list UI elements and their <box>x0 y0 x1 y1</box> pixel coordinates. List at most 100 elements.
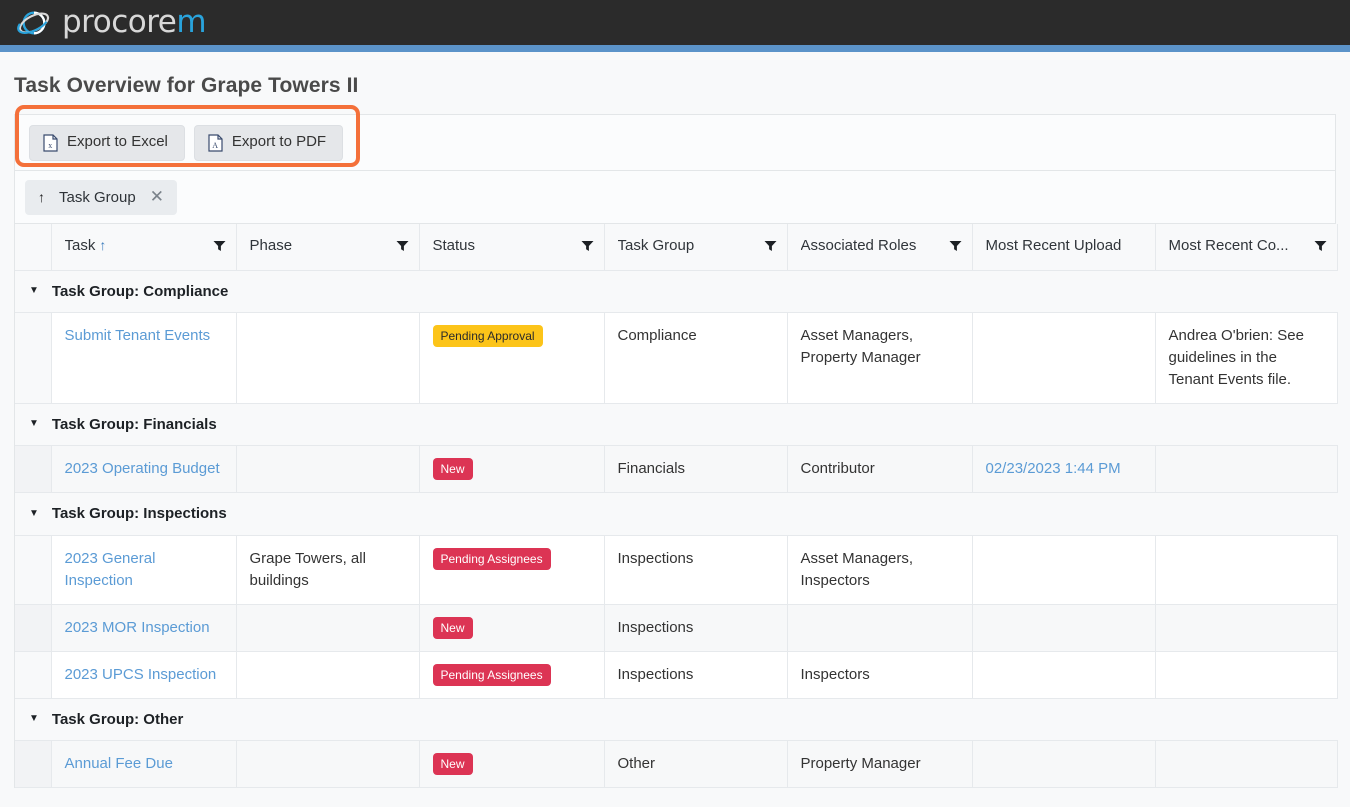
cell-task: Submit Tenant Events <box>51 312 237 404</box>
cell-task-group: Financials <box>604 445 788 494</box>
task-sort-ascending-icon: ↑ <box>99 237 107 253</box>
status-badge: Pending Assignees <box>432 548 551 570</box>
cell-task: 2023 MOR Inspection <box>51 604 237 652</box>
cell-associated-roles: Contributor <box>787 445 973 494</box>
filter-funnel-icon[interactable] <box>1314 240 1327 252</box>
cell-task: Annual Fee Due <box>51 740 237 789</box>
cell-task: 2023 UPCS Inspection <box>51 651 237 699</box>
task-group-header-label: Task Group: Other <box>51 710 184 728</box>
export-to-pdf-button[interactable]: A Export to PDF <box>193 124 344 161</box>
filter-funnel-icon[interactable] <box>213 240 226 252</box>
cell-most-recent-upload <box>972 651 1156 699</box>
cell-phase: Grape Towers, all buildings <box>236 535 420 605</box>
cell-task-group: Compliance <box>604 312 788 404</box>
task-group-header-label: Task Group: Financials <box>51 415 217 433</box>
column-header-associated-roles[interactable]: Associated Roles <box>787 224 973 271</box>
filter-funnel-icon[interactable] <box>581 240 594 252</box>
cell-most-recent-comment <box>1155 604 1338 652</box>
group-collapse-caret-icon[interactable]: ▼ <box>29 286 39 296</box>
status-badge: New <box>432 616 473 639</box>
cell-task: 2023 General Inspection <box>51 535 237 605</box>
task-link[interactable]: Submit Tenant Events <box>65 327 211 344</box>
page-bottom-spacer <box>0 788 1350 807</box>
task-link[interactable]: 2023 UPCS Inspection <box>65 666 217 683</box>
cell-most-recent-comment <box>1155 651 1338 699</box>
task-link[interactable]: 2023 MOR Inspection <box>65 619 210 636</box>
cell-associated-roles: Asset Managers, Inspectors <box>787 535 973 605</box>
cell-associated-roles: Inspectors <box>787 651 973 699</box>
brand-name-accent: m <box>176 4 207 40</box>
cell-phase <box>236 604 420 652</box>
group-collapse-caret-icon[interactable]: ▼ <box>29 714 39 724</box>
column-header-phase[interactable]: Phase <box>236 224 420 271</box>
cell-most-recent-upload <box>972 604 1156 652</box>
cell-most-recent-upload <box>972 312 1156 404</box>
export-to-excel-label: Export to Excel <box>67 133 168 151</box>
cell-task-group: Inspections <box>604 604 788 652</box>
column-header-most-recent-comment[interactable]: Most Recent Co... <box>1155 224 1338 271</box>
group-by-chip-task-group[interactable]: ↑ Task Group ✕ <box>25 179 177 215</box>
status-badge: Pending Assignees <box>432 663 551 686</box>
column-header-task-label: Task <box>64 237 96 254</box>
table-row[interactable]: 2023 General Inspection Grape Towers, all… <box>15 535 1338 605</box>
table-header: Task ↑ Phase Status Task Group Associate… <box>15 224 1338 271</box>
cell-phase <box>236 312 420 404</box>
task-link[interactable]: 2023 Operating Budget <box>65 460 220 477</box>
table-row[interactable]: 2023 UPCS Inspection Pending Assignees Ins… <box>15 651 1338 699</box>
task-link[interactable]: 2023 General Inspection <box>65 550 156 589</box>
row-gutter <box>15 604 52 652</box>
cell-status: New <box>419 740 605 789</box>
excel-file-icon: x <box>43 133 58 152</box>
column-header-task-group[interactable]: Task Group <box>604 224 788 271</box>
brand-logo[interactable]: procorem <box>16 4 207 41</box>
table-row[interactable]: Submit Tenant Events Pending Approval Comp… <box>15 312 1338 404</box>
column-header-phase-label: Phase <box>249 237 293 254</box>
cell-most-recent-comment: Andrea O'brien: See guidelines in the Te… <box>1155 312 1338 404</box>
task-group-header-row[interactable]: ▼ Task Group: Other <box>15 698 1337 742</box>
cell-task-group: Inspections <box>604 535 788 605</box>
task-table: Task ↑ Phase Status Task Group Associate… <box>15 224 1338 789</box>
page-title: Task Overview for Grape Towers II <box>14 74 359 97</box>
app-header-bar: procorem <box>0 0 1350 45</box>
procorem-orbit-logo-icon <box>17 10 50 35</box>
export-to-excel-button[interactable]: x Export to Excel <box>29 124 185 161</box>
filter-funnel-icon[interactable] <box>764 240 777 252</box>
column-header-most-recent-comment-label: Most Recent Co... <box>1168 237 1289 254</box>
filter-funnel-icon[interactable] <box>949 240 962 252</box>
cell-most-recent-comment <box>1155 740 1338 789</box>
row-gutter <box>15 740 52 789</box>
group-by-chip-close-icon[interactable]: ✕ <box>150 188 164 206</box>
task-link[interactable]: Annual Fee Due <box>65 755 173 772</box>
column-header-most-recent-upload[interactable]: Most Recent Upload <box>972 224 1156 271</box>
group-collapse-caret-icon[interactable]: ▼ <box>29 419 39 429</box>
header-gutter <box>15 224 52 271</box>
cell-most-recent-comment <box>1155 535 1338 605</box>
cell-phase <box>236 445 420 494</box>
row-gutter <box>15 445 52 494</box>
column-header-task[interactable]: Task ↑ <box>51 224 237 271</box>
column-header-status[interactable]: Status <box>419 224 605 271</box>
cell-associated-roles: Property Manager <box>787 740 973 789</box>
table-row[interactable]: 2023 MOR Inspection New Inspections <box>15 604 1338 652</box>
status-badge: New <box>432 458 473 481</box>
group-by-bar: ↑ Task Group ✕ <box>14 170 1336 223</box>
table-row[interactable]: Annual Fee Due New Other Property Manager <box>15 740 1338 789</box>
task-group-header-row[interactable]: ▼ Task Group: Compliance <box>15 270 1337 314</box>
svg-text:A: A <box>212 141 218 150</box>
status-badge: New <box>432 753 473 776</box>
task-group-header-row[interactable]: ▼ Task Group: Financials <box>15 403 1337 447</box>
cell-status: Pending Assignees <box>419 651 605 699</box>
sort-ascending-icon: ↑ <box>38 189 45 205</box>
column-header-associated-roles-label: Associated Roles <box>800 237 917 254</box>
task-group-header-row[interactable]: ▼ Task Group: Inspections <box>15 492 1337 536</box>
filter-funnel-icon[interactable] <box>396 240 409 252</box>
most-recent-upload-link[interactable]: 02/23/2023 1:44 PM <box>986 460 1121 477</box>
task-group-header-label: Task Group: Compliance <box>51 282 229 300</box>
table-row[interactable]: 2023 Operating Budget New Financials Contri… <box>15 445 1338 494</box>
column-header-status-label: Status <box>432 237 476 254</box>
column-header-task-group-label: Task Group <box>617 237 695 254</box>
cell-most-recent-upload <box>972 535 1156 605</box>
task-group-header-label: Task Group: Inspections <box>51 505 227 523</box>
group-collapse-caret-icon[interactable]: ▼ <box>29 509 39 519</box>
header-accent-bar <box>0 45 1350 52</box>
